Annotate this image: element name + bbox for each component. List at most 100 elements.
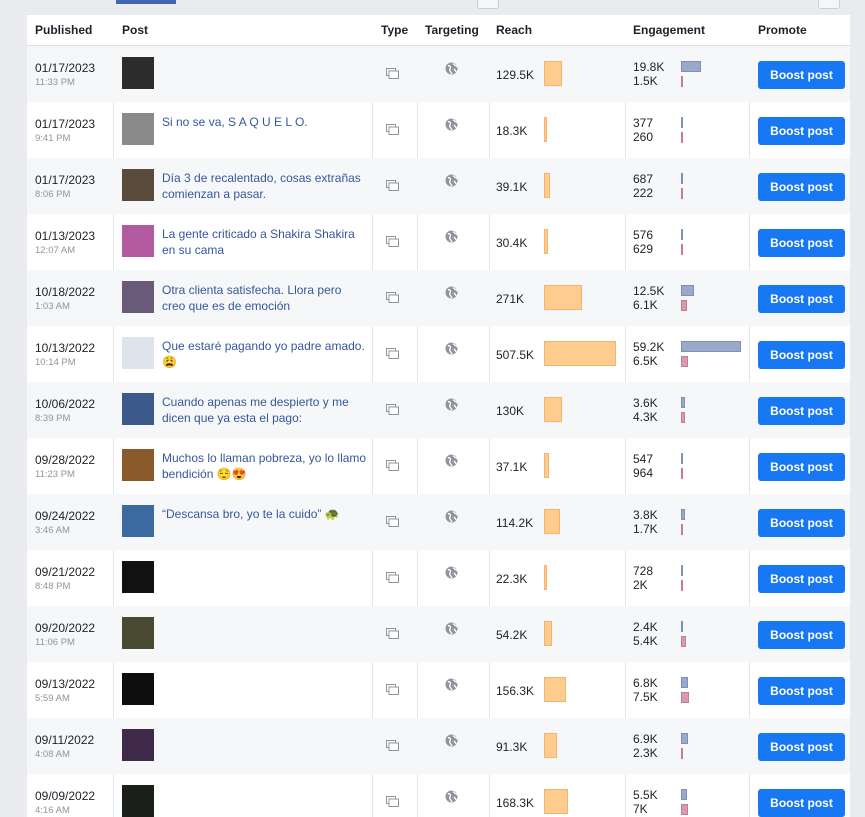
engagement-value-2: 7K [633,802,648,816]
reach-bar [544,509,560,534]
engagement-bar-1 [681,565,683,576]
boost-post-button[interactable]: Boost post [758,565,845,593]
boost-post-button[interactable]: Boost post [758,229,845,257]
table-row: 01/17/2023 9:41 PM Si no se va, S A Q U E … [27,102,850,158]
globe-icon [445,790,458,803]
top-dropdown-button-right[interactable] [818,0,840,9]
post-thumbnail[interactable] [122,505,154,537]
top-dropdown-button[interactable] [477,0,499,9]
reach-bar [544,453,549,478]
post-thumbnail[interactable] [122,673,154,705]
engagement-bar-2 [681,244,683,255]
table-row: 09/24/2022 3:46 AM “Descansa bro, yo te la… [27,494,850,550]
reach-bar [544,621,552,646]
published-date: 09/24/2022 [35,509,96,523]
published-date: 09/11/2022 [35,733,95,747]
engagement-bar-1 [681,453,683,464]
boost-post-button[interactable]: Boost post [758,117,845,145]
published-time: 11:06 PM [35,637,75,648]
engagement-value-1: 728 [633,564,654,578]
engagement-value-2: 4.3K [633,410,658,424]
table-row: 10/06/2022 8:39 PM Cuando apenas me despie… [27,382,850,438]
header-targeting[interactable]: Targeting [425,15,479,45]
published-time: 8:39 PM [35,413,71,424]
boost-post-button[interactable]: Boost post [758,397,845,425]
engagement-value-1: 2.4K [633,620,658,634]
post-thumbnail[interactable] [122,561,154,593]
post-thumbnail[interactable] [122,57,154,89]
engagement-bar-1 [681,397,685,408]
boost-post-button[interactable]: Boost post [758,509,845,537]
header-post[interactable]: Post [122,15,148,45]
post-thumbnail[interactable] [122,113,154,145]
reach-value: 156.3K [496,684,535,698]
header-reach[interactable]: Reach [496,15,532,45]
published-date: 09/13/2022 [35,677,96,691]
post-text-link[interactable]: Cuando apenas me despierto y me dicen qu… [162,394,367,426]
globe-icon [445,342,458,355]
multi-photo-icon [386,124,399,135]
reach-bar [544,117,547,142]
reach-bar [544,565,547,590]
multi-photo-icon [386,348,399,359]
engagement-value-2: 6.1K [633,298,658,312]
boost-post-button[interactable]: Boost post [758,789,845,817]
reach-bar [544,285,582,310]
engagement-bar-1 [681,733,688,744]
engagement-bar-2 [681,636,686,647]
post-text-link[interactable]: Día 3 de recalentado, cosas extrañas com… [162,170,367,202]
boost-post-button[interactable]: Boost post [758,453,845,481]
table-row: 01/17/2023 11:33 PM 129.5K 19.8K 1.5K Boost p… [27,46,850,102]
engagement-value-1: 687 [633,172,654,186]
post-thumbnail[interactable] [122,281,154,313]
table-row: 09/21/2022 8:48 PM 22.3K 728 2K Boost post [27,550,850,606]
post-thumbnail[interactable] [122,169,154,201]
globe-icon [445,566,458,579]
table-row: 01/17/2023 8:06 PM Día 3 de recalentado, c… [27,158,850,214]
engagement-value-2: 964 [633,466,654,480]
table-row: 09/28/2022 11:23 PM Muchos lo llaman pobre… [27,438,850,494]
reach-value: 18.3K [496,124,528,138]
engagement-value-2: 5.4K [633,634,658,648]
boost-post-button[interactable]: Boost post [758,61,845,89]
engagement-value-2: 2.3K [633,746,658,760]
post-text-link[interactable]: Muchos lo llaman pobreza, yo lo llamo be… [162,450,367,482]
scrollbar-track[interactable] [850,0,865,817]
boost-post-button[interactable]: Boost post [758,733,845,761]
header-published[interactable]: Published [35,15,92,45]
post-thumbnail[interactable] [122,337,154,369]
boost-post-button[interactable]: Boost post [758,341,845,369]
post-text-link[interactable]: Que estaré pagando yo padre amado. 😩 [162,338,367,370]
engagement-value-1: 377 [633,116,654,130]
post-thumbnail[interactable] [122,785,154,817]
globe-icon [445,622,458,635]
post-text-link[interactable]: Otra clienta satisfecha. Llora pero creo… [162,282,367,314]
published-time: 8:48 PM [35,581,71,592]
published-time: 8:06 PM [35,189,71,200]
published-date: 09/20/2022 [35,621,96,635]
boost-post-button[interactable]: Boost post [758,621,845,649]
post-thumbnail[interactable] [122,393,154,425]
header-engagement[interactable]: Engagement [633,15,705,45]
engagement-value-2: 1.7K [633,522,658,536]
header-type[interactable]: Type [381,15,408,45]
post-thumbnail[interactable] [122,617,154,649]
post-thumbnail[interactable] [122,449,154,481]
published-time: 11:23 PM [35,469,75,480]
engagement-value-2: 7.5K [633,690,658,704]
globe-icon [445,230,458,243]
post-text-link[interactable]: Si no se va, S A Q U E L O. [162,114,367,130]
boost-post-button[interactable]: Boost post [758,677,845,705]
boost-post-button[interactable]: Boost post [758,285,845,313]
post-text-link[interactable]: “Descansa bro, yo te la cuido” 🐢 [162,506,367,522]
engagement-bar-2 [681,804,688,815]
engagement-value-2: 222 [633,186,654,200]
post-thumbnail[interactable] [122,729,154,761]
post-thumbnail[interactable] [122,225,154,257]
engagement-value-2: 1.5K [633,74,658,88]
post-text-link[interactable]: La gente criticado a Shakira Shakira en … [162,226,367,258]
page-left-margin [0,0,27,817]
boost-post-button[interactable]: Boost post [758,173,845,201]
reach-value: 271K [496,292,525,306]
published-time: 3:46 AM [35,525,70,536]
